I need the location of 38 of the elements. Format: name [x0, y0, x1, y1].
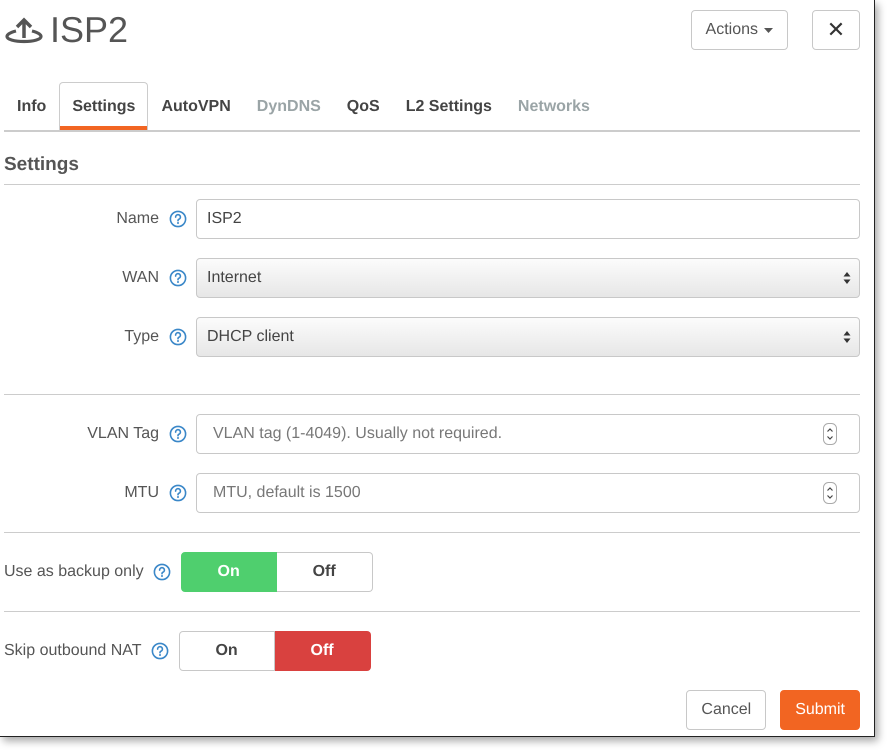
number-field[interactable]: MTU, default is 1500	[196, 473, 860, 513]
caret-icon	[764, 28, 773, 32]
help-icon[interactable]	[153, 563, 172, 581]
close-button[interactable]: ✕	[812, 10, 860, 50]
field-label: VLAN Tag	[86, 425, 159, 443]
help-icon[interactable]	[151, 642, 170, 660]
field-label: Name	[115, 210, 159, 228]
help-icon[interactable]	[168, 484, 186, 502]
toggle-option[interactable]: Off	[274, 631, 371, 671]
spinner-icon[interactable]	[823, 423, 837, 445]
toggle-option[interactable]: Off	[276, 552, 373, 592]
sort-caret-icon	[843, 330, 851, 344]
section-title: Settings	[4, 132, 860, 185]
help-icon[interactable]	[168, 210, 186, 228]
help-icon[interactable]	[168, 269, 186, 287]
tab[interactable]: Info	[4, 82, 60, 130]
name-field[interactable]: ISP2	[196, 199, 860, 239]
cancel-button[interactable]: Cancel	[686, 690, 766, 730]
tab[interactable]: Settings	[59, 82, 148, 130]
field-label: Type	[123, 328, 159, 346]
tab[interactable]: QoS	[334, 82, 393, 130]
toggle-label: Use as backup only	[4, 563, 144, 581]
dialog-title: ISP2	[50, 9, 130, 51]
upload-icon	[4, 16, 44, 44]
spinner-icon[interactable]	[823, 482, 837, 504]
tab[interactable]: L2 Settings	[392, 82, 505, 130]
field-label: MTU	[123, 484, 159, 502]
field-label: WAN	[121, 269, 159, 287]
select-field[interactable]: Internet	[196, 258, 860, 298]
tab[interactable]: AutoVPN	[148, 82, 244, 130]
actions-button[interactable]: Actions	[690, 10, 788, 50]
select-field[interactable]: DHCP client	[196, 317, 860, 357]
number-field[interactable]: VLAN tag (1-4049). Usually not required.	[196, 414, 860, 454]
toggle-option[interactable]: On	[178, 631, 275, 671]
help-icon[interactable]	[168, 425, 186, 443]
help-icon[interactable]	[168, 328, 186, 346]
sort-caret-icon	[843, 271, 851, 285]
toggle-label: Skip outbound NAT	[4, 642, 142, 660]
